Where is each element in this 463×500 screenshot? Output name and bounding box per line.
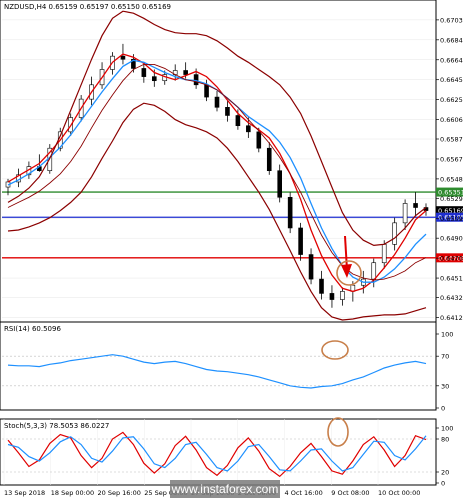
candle-body bbox=[381, 244, 387, 264]
candle-body bbox=[340, 291, 345, 300]
trading-chart: 0.653510.651690.651050.64708 10070300 10… bbox=[0, 0, 463, 500]
candle-body bbox=[319, 278, 324, 294]
candle-body bbox=[413, 203, 418, 208]
time-tick-label: 10 Oct 00:00 bbox=[378, 489, 420, 497]
price-tick-label: 0.66060 bbox=[440, 116, 463, 124]
price-tick-label: 0.66255 bbox=[440, 96, 463, 104]
candle-body bbox=[214, 96, 220, 108]
rsi-tick-label: 70 bbox=[441, 353, 449, 361]
candle-body bbox=[298, 227, 303, 255]
price-tick-label: 0.66645 bbox=[440, 56, 463, 64]
stoch-tick-label: 0 bbox=[441, 480, 445, 488]
price-tick-label: 0.64510 bbox=[440, 275, 463, 283]
time-tick-label: 9 Oct 08:00 bbox=[331, 489, 369, 497]
candle-body bbox=[392, 222, 397, 245]
candle-body bbox=[371, 262, 377, 280]
candle-body bbox=[266, 147, 272, 172]
price-tick-label: 0.64705 bbox=[440, 255, 463, 263]
candle-body bbox=[235, 115, 241, 127]
candle-body bbox=[225, 107, 230, 116]
candle-body bbox=[256, 131, 262, 149]
candle-body bbox=[193, 74, 199, 86]
stoch-tick-label: 20 bbox=[441, 469, 449, 477]
price-tick-label: 0.65870 bbox=[440, 136, 463, 144]
time-tick-label: 20 Sep 16:00 bbox=[98, 489, 141, 497]
price-tick-label: 0.64900 bbox=[440, 235, 463, 243]
price-tick-label: 0.64320 bbox=[440, 294, 463, 302]
candle-body bbox=[246, 125, 251, 133]
price-tick-label: 0.66840 bbox=[440, 36, 463, 44]
candle-body bbox=[277, 170, 283, 198]
candle-body bbox=[152, 76, 157, 82]
stoch-tick-label: 80 bbox=[441, 436, 449, 444]
rsi-pane-title: RSI(14) 60.5096 bbox=[4, 325, 61, 333]
watermark-text: www.instaforex.com bbox=[171, 482, 279, 496]
candle-body bbox=[308, 254, 314, 280]
candle-body bbox=[141, 68, 147, 77]
candle-body bbox=[120, 55, 126, 60]
price-pane-title: NZDUSD,H4 0.65159 0.65197 0.65150 0.6516… bbox=[4, 3, 171, 11]
price-tick-label: 0.66450 bbox=[440, 76, 463, 84]
price-tick-label: 0.64125 bbox=[440, 314, 463, 322]
candle-body bbox=[287, 196, 293, 229]
price-tick-label: 0.65675 bbox=[440, 155, 463, 163]
time-tick-label: 18 Sep 00:00 bbox=[51, 489, 94, 497]
candle-body bbox=[183, 70, 188, 75]
stoch-tick-label: 100 bbox=[441, 425, 453, 433]
candle-body bbox=[329, 293, 335, 300]
candle-body bbox=[402, 203, 408, 224]
time-tick-label: 4 Oct 16:00 bbox=[285, 489, 323, 497]
price-tick-label: 0.67035 bbox=[440, 16, 463, 24]
rsi-tick-label: 30 bbox=[441, 382, 449, 390]
rsi-tick-label: 0 bbox=[441, 405, 445, 413]
candle-body bbox=[204, 84, 209, 98]
price-tick-label: 0.65095 bbox=[440, 215, 463, 223]
stoch-pane-title: Stoch(5,3,3) 78.5053 86.0227 bbox=[4, 422, 109, 430]
price-tick-label: 0.65290 bbox=[440, 195, 463, 203]
rsi-tick-label: 100 bbox=[441, 331, 453, 339]
price-tick-label: 0.65480 bbox=[440, 175, 463, 183]
chart-window: 0.65351 0.65169 0.65105 0.64708 100 70 30 0 10… bbox=[0, 0, 463, 500]
time-tick-label: 13 Sep 2018 bbox=[4, 489, 45, 497]
